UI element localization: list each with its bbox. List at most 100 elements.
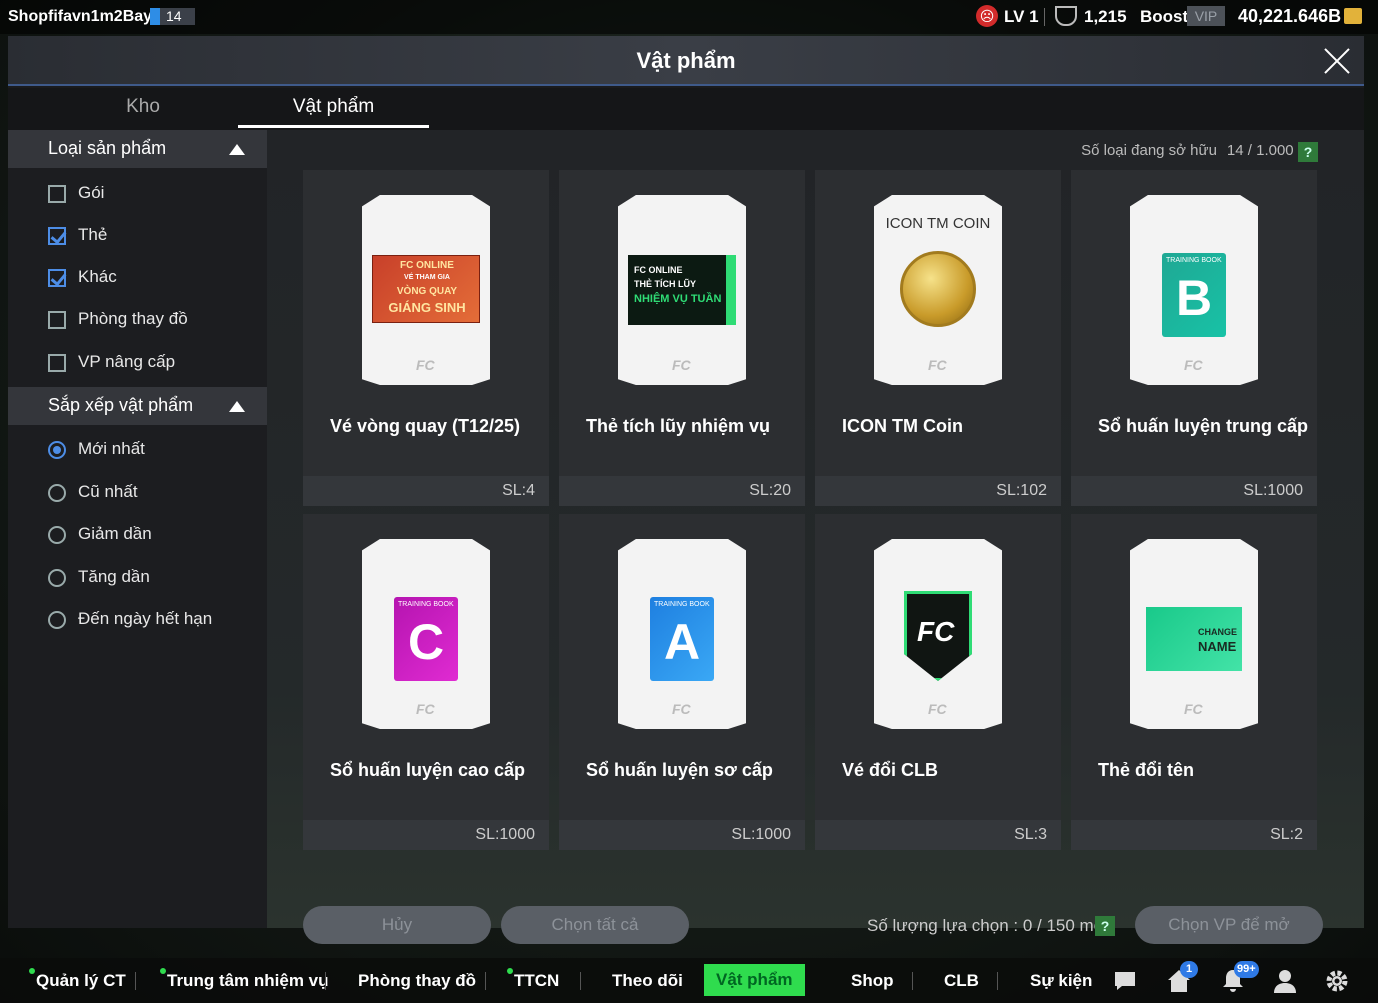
radio-icon[interactable] xyxy=(48,611,66,629)
divider xyxy=(135,972,136,990)
item-qty: SL:1000 xyxy=(475,826,535,843)
mission-card-icon: FC ONLINE THẺ TÍCH LŨY NHIỆM VỤ TUẦN xyxy=(628,255,736,325)
item-card[interactable]: FC FC Vé đổi CLB SL:3 xyxy=(815,514,1061,850)
icon-tm-coin-icon xyxy=(900,251,976,327)
item-card[interactable]: TRAINING BOOK C FC Sổ huấn luyện cao cấp… xyxy=(303,514,549,850)
tab-vat-pham[interactable]: Vật phẩm xyxy=(238,96,429,118)
item-name: Sổ huấn luyện sơ cấp xyxy=(586,760,773,780)
fc-logo-icon: FC xyxy=(416,357,435,373)
select-all-button[interactable]: Chọn tất cả xyxy=(501,906,689,944)
item-card[interactable]: TRAINING BOOK A FC Sổ huấn luyện sơ cấp … xyxy=(559,514,805,850)
fc-logo-icon: FC xyxy=(1184,357,1203,373)
cancel-button[interactable]: Hủy xyxy=(303,906,491,944)
vip-badge[interactable]: VIP xyxy=(1187,6,1225,26)
item-thumbnail: TRAINING BOOK A FC xyxy=(618,539,746,729)
nav-label: Quản lý CT xyxy=(36,971,126,990)
item-qty: SL:4 xyxy=(502,482,535,499)
bp-coin-icon xyxy=(1344,8,1362,24)
sort-header[interactable]: Sắp xếp vật phẩm xyxy=(8,387,267,425)
item-card[interactable]: ICON TM COIN FC ICON TM Coin SL:102 xyxy=(815,170,1061,506)
item-name: ICON TM Coin xyxy=(842,416,963,436)
nav-trung-tam-nhiem-vu[interactable]: Trung tâm nhiệm vụ xyxy=(160,958,329,1003)
art-text: FC ONLINE xyxy=(634,265,683,275)
gear-icon[interactable] xyxy=(1324,968,1350,994)
bell-icon[interactable]: 99+ xyxy=(1220,961,1259,994)
item-name: Thẻ đổi tên xyxy=(1098,760,1194,780)
checkbox-checked-icon[interactable] xyxy=(48,227,66,245)
modal-title: Vật phẩm xyxy=(636,48,736,73)
divider xyxy=(580,972,581,990)
nav-su-kien[interactable]: Sự kiện xyxy=(1030,958,1092,1003)
radio-icon[interactable] xyxy=(48,526,66,544)
art-text: TRAINING BOOK xyxy=(1166,257,1222,264)
tab-kho[interactable]: Kho xyxy=(48,96,238,118)
art-text: FC ONLINE xyxy=(400,260,454,271)
art-text: TRAINING BOOK xyxy=(398,601,454,608)
option-label: Mới nhất xyxy=(78,439,145,458)
art-text: C xyxy=(407,614,445,670)
chat-icon[interactable] xyxy=(1112,968,1138,994)
radio-selected-icon[interactable] xyxy=(48,441,66,459)
item-name: Sổ huấn luyện trung cấp xyxy=(1098,416,1309,436)
open-items-button[interactable]: Chọn VP để mở xyxy=(1135,906,1323,944)
filter-sidebar: Loại sản phẩm Gói Thẻ Khác Phòng thay đồ… xyxy=(8,130,267,928)
art-text: A xyxy=(663,614,701,670)
fc-value: 1,215 xyxy=(1084,7,1127,26)
divider xyxy=(485,972,486,990)
profile-icon[interactable] xyxy=(1272,968,1298,994)
nav-ttcn[interactable]: TTCN xyxy=(507,958,559,1003)
checkbox-icon[interactable] xyxy=(48,311,66,329)
nav-label: Phòng thay đồ xyxy=(358,971,477,990)
item-thumbnail: ICON TM COIN FC xyxy=(874,195,1002,385)
fc-logo-icon: FC xyxy=(928,701,947,717)
player-level-badge: 14 xyxy=(150,8,195,25)
nav-shop[interactable]: Shop xyxy=(851,958,894,1003)
trophy-icon xyxy=(1055,6,1077,26)
manager-level: LV 1 xyxy=(1004,7,1039,26)
item-card[interactable]: TRAINING BOOK B FC Sổ huấn luyện trung c… xyxy=(1071,170,1317,506)
art-text: FC xyxy=(917,616,955,647)
close-icon[interactable] xyxy=(1320,44,1354,78)
spin-ticket-icon: FC ONLINE VÉ THAM GIA VÒNG QUAY GIÁNG SI… xyxy=(372,255,480,323)
help-icon[interactable]: ? xyxy=(1298,142,1318,162)
nav-label: CLB xyxy=(944,971,979,990)
nav-quan-ly-ct[interactable]: Quản lý CT xyxy=(29,958,126,1003)
item-thumbnail: TRAINING BOOK B FC xyxy=(1130,195,1258,385)
new-dot-icon xyxy=(29,968,35,974)
option-label: Khác xyxy=(78,267,117,286)
item-name: Thẻ tích lũy nhiệm vụ xyxy=(586,416,771,436)
item-card[interactable]: FC ONLINE THẺ TÍCH LŨY NHIỆM VỤ TUẦN FC … xyxy=(559,170,805,506)
item-qty: SL:2 xyxy=(1270,826,1303,843)
notification-badge: 99+ xyxy=(1234,961,1259,978)
tab-bar: Kho Vật phẩm xyxy=(8,88,1364,130)
nav-vat-pham[interactable]: Vật phẩm xyxy=(704,964,805,996)
item-name: Sổ huấn luyện cao cấp xyxy=(330,760,526,780)
radio-icon[interactable] xyxy=(48,569,66,587)
art-text: GIÁNG SINH xyxy=(388,300,466,315)
checkbox-icon[interactable] xyxy=(48,354,66,372)
item-qty: SL:20 xyxy=(749,482,791,499)
product-type-label: Loại sản phẩm xyxy=(48,138,167,158)
option-label: Thẻ xyxy=(78,225,108,244)
item-name: Vé đổi CLB xyxy=(842,760,939,780)
nav-theo-doi[interactable]: Theo dõi xyxy=(612,958,683,1003)
divider xyxy=(912,972,913,990)
item-card[interactable]: FC ONLINE VÉ THAM GIA VÒNG QUAY GIÁNG SI… xyxy=(303,170,549,506)
sort-label: Sắp xếp vật phẩm xyxy=(48,395,194,415)
radio-icon[interactable] xyxy=(48,484,66,502)
home-icon[interactable]: 1 xyxy=(1166,961,1198,994)
item-thumbnail: FC ONLINE THẺ TÍCH LŨY NHIỆM VỤ TUẦN FC xyxy=(618,195,746,385)
nav-clb[interactable]: CLB xyxy=(944,958,979,1003)
checkbox-checked-icon[interactable] xyxy=(48,269,66,287)
checkbox-icon[interactable] xyxy=(48,185,66,203)
bottom-nav: Quản lý CT Trung tâm nhiệm vụ Phòng thay… xyxy=(0,958,1378,1003)
items-modal: Vật phẩm Kho Vật phẩm Loại sản phẩm Gói … xyxy=(8,36,1364,944)
item-card[interactable]: CHANGE NAME FC Thẻ đổi tên SL:2 xyxy=(1071,514,1317,850)
product-type-header[interactable]: Loại sản phẩm xyxy=(8,130,267,168)
nav-phong-thay-do[interactable]: Phòng thay đồ xyxy=(358,958,476,1003)
item-qty: SL:102 xyxy=(996,482,1047,499)
active-tab-indicator xyxy=(238,125,429,128)
help-icon[interactable]: ? xyxy=(1095,916,1115,936)
home-badge: 1 xyxy=(1180,961,1198,978)
nav-label: Sự kiện xyxy=(1030,971,1093,990)
